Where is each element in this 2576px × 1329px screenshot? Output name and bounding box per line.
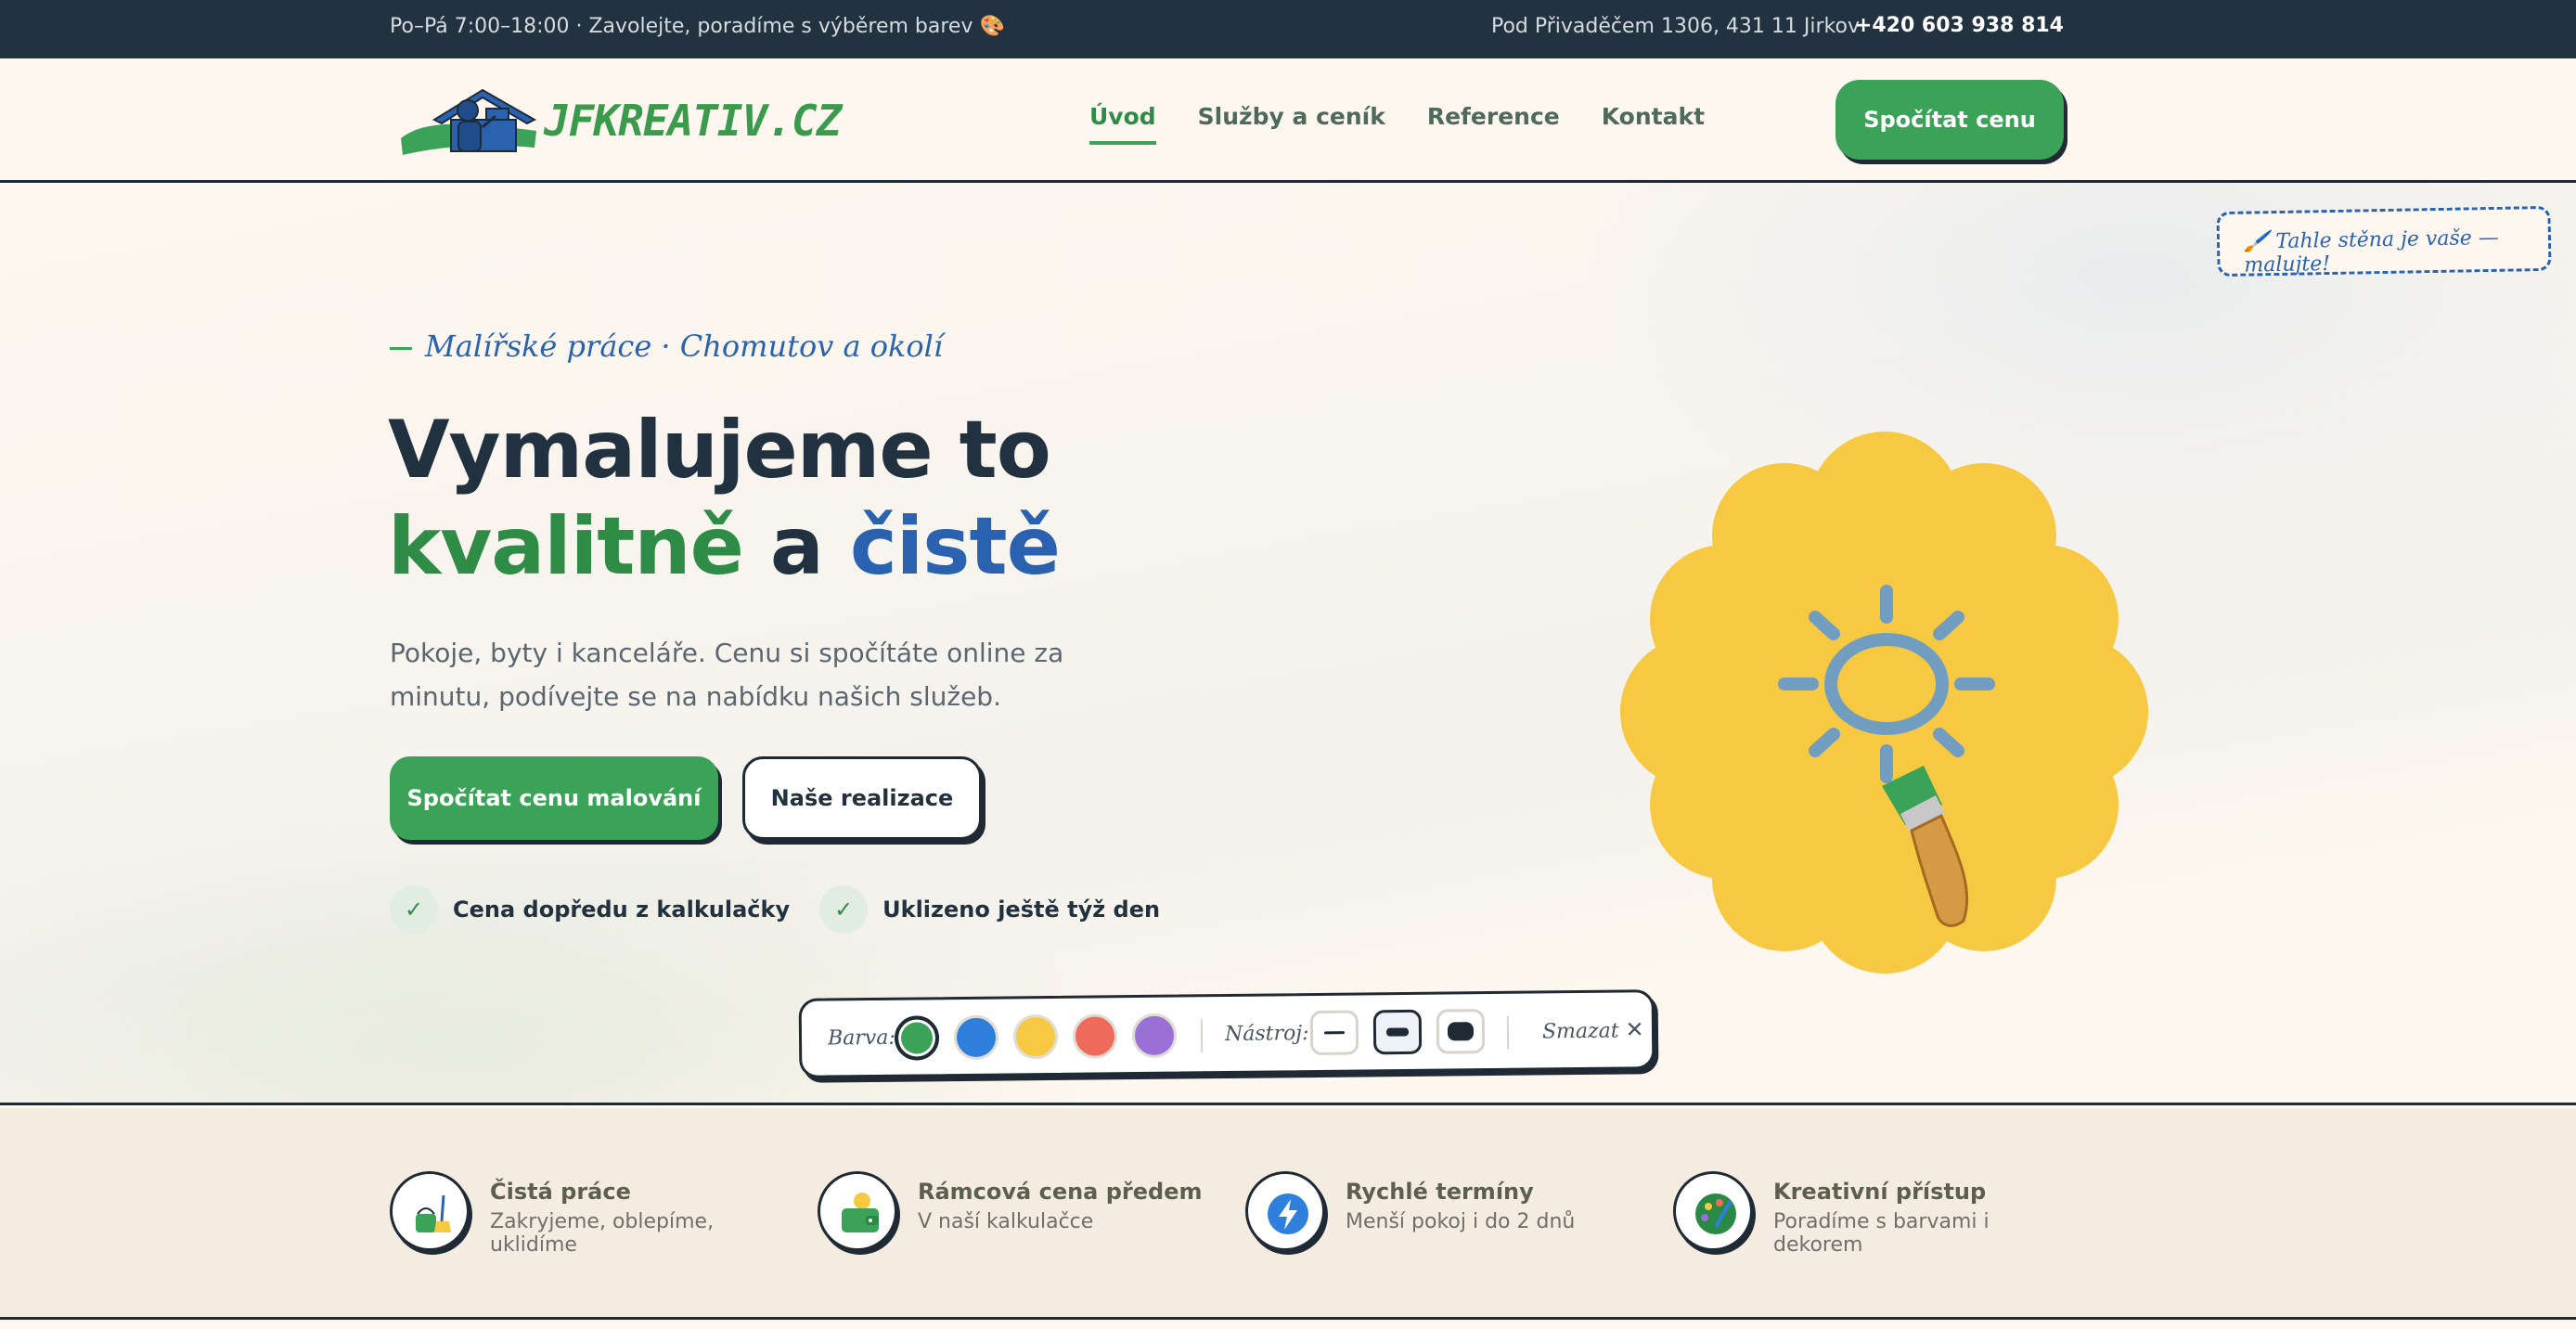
check-item: ✓ Uklizeno ještě týž den xyxy=(819,885,1160,934)
feature-subtitle: Menší pokoj i do 2 dnů xyxy=(1346,1210,1576,1233)
brush-thin-tool[interactable] xyxy=(1309,1010,1359,1056)
hero-title-blue: čistě xyxy=(849,500,1061,593)
eyebrow-text: Malířské práce · Chomutov a okolí xyxy=(425,329,944,364)
wall-note-badge: 🖌️ Tahle stěna je vaše — malujte! xyxy=(2216,205,2552,277)
calculate-painting-price-button[interactable]: Spočítat cenu malování xyxy=(390,756,718,840)
feature-subtitle: Zakryjeme, oblepíme, uklidíme xyxy=(490,1210,715,1257)
color-swatch-red[interactable] xyxy=(1072,1013,1118,1059)
feature-title: Čistá práce xyxy=(490,1179,631,1205)
calculate-price-button[interactable]: Spočítat cenu xyxy=(1835,80,2064,160)
sun-paint-illustration xyxy=(1620,432,2148,974)
top-bar: Po–Pá 7:00–18:00 · Zavolejte, poradíme s… xyxy=(0,0,2576,58)
eyebrow-dash xyxy=(390,347,412,350)
nav-uvod[interactable]: Úvod xyxy=(1089,103,1156,145)
check-icon: ✓ xyxy=(819,885,869,934)
tool-label: Nástroj: xyxy=(1224,1022,1309,1047)
site-header: JFKREATIV.CZ Úvod Služby a ceník Referen… xyxy=(0,58,2576,183)
logo-text: JFKREATIV.CZ xyxy=(544,96,842,146)
feature-item: Čistá práce Zakryjeme, oblepíme, uklidím… xyxy=(390,1171,798,1257)
nav-reference[interactable]: Reference xyxy=(1427,103,1560,145)
color-swatch-green[interactable] xyxy=(894,1015,940,1061)
main-nav: Úvod Služby a ceník Reference Kontakt xyxy=(1089,103,1746,145)
feature-item: Rámcová cena předem V naší kalkulačce xyxy=(818,1171,1226,1255)
toolbar-divider xyxy=(1200,1019,1204,1053)
phone-link[interactable]: +420 603 938 814 xyxy=(1855,14,2064,37)
color-label: Barva: xyxy=(827,1026,895,1051)
paint-toolbar: Barva: Nástroj: Smazat ✕ xyxy=(798,989,1655,1078)
brush-medium-tool[interactable] xyxy=(1372,1009,1423,1055)
brush-thick-tool[interactable] xyxy=(1436,1009,1486,1054)
features-strip: Čistá práce Zakryjeme, oblepíme, uklidím… xyxy=(0,1108,2576,1320)
hero-checks: ✓ Cena dopředu z kalkulačky ✓ Uklizeno j… xyxy=(390,885,1190,934)
nav-kontakt[interactable]: Kontakt xyxy=(1602,103,1705,145)
hero-eyebrow: Malířské práce · Chomutov a okolí xyxy=(390,329,943,364)
color-swatch-purple[interactable] xyxy=(1131,1013,1178,1059)
feature-item: Rychlé termíny Menší pokoj i do 2 dnů xyxy=(1245,1171,1654,1255)
hero-section[interactable]: 🖌️ Tahle stěna je vaše — malujte! Malířs… xyxy=(0,183,2576,1105)
wallet-icon xyxy=(818,1171,897,1251)
color-swatch-blue[interactable] xyxy=(953,1014,999,1061)
check-label: Cena dopředu z kalkulačky xyxy=(453,897,791,923)
close-icon: ✕ xyxy=(1625,1016,1644,1043)
hero-title-green: kvalitně xyxy=(388,500,744,593)
palette-icon xyxy=(1673,1171,1753,1251)
hero-title-line1: Vymalujeme to xyxy=(388,404,1051,497)
painter-house-logo-icon xyxy=(401,88,537,155)
lightning-icon xyxy=(1245,1171,1325,1251)
our-projects-button[interactable]: Naše realizace xyxy=(742,756,982,840)
address: Pod Přivaděčem 1306, 431 11 Jirkov xyxy=(1490,15,1860,38)
color-swatch-yellow[interactable] xyxy=(1012,1013,1059,1060)
feature-title: Kreativní přístup xyxy=(1773,1179,1987,1205)
feature-subtitle: V naší kalkulačce xyxy=(918,1210,1094,1233)
check-label: Uklizeno ještě týž den xyxy=(882,897,1161,923)
clear-button[interactable]: Smazat ✕ xyxy=(1542,1016,1644,1043)
feature-subtitle: Poradíme s barvami i dekorem xyxy=(1773,1210,1990,1257)
opening-hours: Po–Pá 7:00–18:00 · Zavolejte, poradíme s… xyxy=(390,15,1005,38)
check-icon: ✓ xyxy=(390,885,438,934)
hero-title-and: a xyxy=(742,500,850,593)
hero-title: Vymalujeme to kvalitně a čistě xyxy=(388,402,1061,595)
feature-title: Rychlé termíny xyxy=(1346,1179,1534,1205)
logo[interactable]: JFKREATIV.CZ xyxy=(397,83,842,161)
bucket-broom-icon xyxy=(390,1171,470,1251)
check-item: ✓ Cena dopředu z kalkulačky xyxy=(390,885,790,934)
feature-item: Kreativní přístup Poradíme s barvami i d… xyxy=(1673,1171,2081,1257)
toolbar-divider xyxy=(1506,1015,1510,1050)
hero-lead: Pokoje, byty i kanceláře. Cenu si spočít… xyxy=(390,638,1064,712)
feature-title: Rámcová cena předem xyxy=(918,1179,1203,1205)
nav-sluzby-a-cenik[interactable]: Služby a ceník xyxy=(1198,103,1385,145)
clear-label: Smazat xyxy=(1541,1019,1619,1044)
